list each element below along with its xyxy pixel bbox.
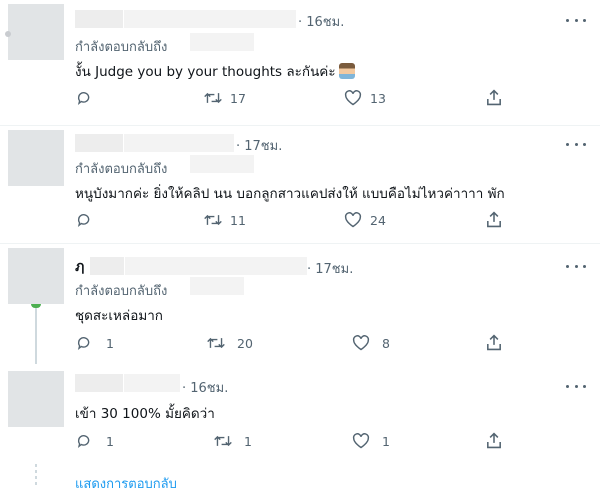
- reply-to-handle-redacted[interactable]: [190, 155, 254, 173]
- reply-to-handle-redacted[interactable]: [190, 33, 254, 51]
- like-count: 8: [382, 335, 390, 351]
- reply-button[interactable]: [76, 90, 100, 106]
- replying-to-label: กำลังตอบกลับถึง: [75, 40, 168, 55]
- avatar[interactable]: [8, 130, 64, 186]
- person-gesturing-ok-emoji-icon: [338, 63, 355, 79]
- tweet-timestamp[interactable]: · 17ชม.: [236, 135, 282, 156]
- author-handle-redacted[interactable]: [124, 134, 234, 152]
- retweet-button[interactable]: 1: [214, 433, 252, 449]
- reply-to-handle-redacted[interactable]: [190, 277, 244, 295]
- tweet-text: ชุดสะเหล่อมาก: [75, 308, 163, 324]
- reply-icon: [77, 435, 90, 449]
- tweet-timestamp[interactable]: · 16ชม.: [298, 11, 344, 32]
- reply-icon: [77, 92, 90, 106]
- tweet-2[interactable]: · 17ชม. กำลังตอบกลับถึง หนูบังมากค่ะ ยิ่…: [0, 126, 600, 243]
- retweet-icon: [204, 214, 222, 226]
- more-options-icon[interactable]: [566, 261, 586, 271]
- more-options-icon[interactable]: [566, 139, 586, 149]
- author-handle-redacted[interactable]: [125, 257, 307, 275]
- like-count: 24: [370, 212, 386, 228]
- thread-connector-dashed: [35, 464, 37, 486]
- like-count: 1: [382, 433, 390, 449]
- reply-icon: [77, 214, 90, 228]
- tweet-text: งั้น Judge you by your thoughts ละกันค่ะ: [75, 60, 355, 82]
- avatar[interactable]: [5, 4, 64, 60]
- share-button[interactable]: [486, 432, 502, 449]
- author-name-redacted[interactable]: [75, 374, 123, 392]
- retweet-button[interactable]: 17: [204, 90, 246, 106]
- more-options-icon[interactable]: [566, 15, 586, 25]
- author-name-redacted[interactable]: [75, 10, 123, 28]
- author-handle-redacted[interactable]: [124, 10, 296, 28]
- retweet-count: 1: [244, 433, 252, 449]
- reply-count: 1: [106, 335, 114, 351]
- share-button[interactable]: [486, 211, 502, 228]
- tweet-timestamp[interactable]: · 16ชม.: [182, 377, 228, 398]
- tweet-text: หนูบังมากค่ะ ยิ่งให้คลิป นน บอกลูกสาวแคป…: [75, 186, 505, 202]
- share-icon: [487, 334, 501, 351]
- share-icon: [487, 89, 501, 106]
- heart-icon: [352, 433, 370, 449]
- like-button[interactable]: 24: [344, 212, 386, 228]
- retweet-count: 20: [237, 335, 253, 351]
- retweet-button[interactable]: 11: [204, 212, 246, 228]
- share-icon: [487, 211, 501, 228]
- author-name-initial[interactable]: ฦ: [75, 256, 84, 278]
- share-button[interactable]: [486, 334, 502, 351]
- reply-button[interactable]: 1: [76, 335, 114, 351]
- like-button[interactable]: 8: [352, 335, 390, 351]
- retweet-count: 17: [230, 90, 246, 106]
- tweet-timestamp[interactable]: · 17ชม.: [307, 258, 353, 279]
- like-button[interactable]: 13: [344, 90, 386, 106]
- like-button[interactable]: 1: [352, 433, 390, 449]
- retweet-count: 11: [230, 212, 246, 228]
- reply-button[interactable]: 1: [76, 433, 114, 449]
- retweet-icon: [207, 337, 225, 349]
- heart-icon: [344, 212, 362, 228]
- tweet-3[interactable]: ฦ · 17ชม. กำลังตอบกลับถึง ชุดสะเหล่อมาก …: [0, 244, 600, 364]
- tweet-1[interactable]: · 16ชม. กำลังตอบกลับถึง งั้น Judge you b…: [0, 0, 600, 125]
- show-replies-link[interactable]: แสดงการตอบกลับ: [75, 473, 177, 494]
- reply-button[interactable]: [76, 212, 100, 228]
- author-name-redacted[interactable]: [75, 134, 123, 152]
- like-count: 13: [370, 90, 386, 106]
- more-options-icon[interactable]: [566, 381, 586, 391]
- tweet-4[interactable]: · 16ชม. เข้า 30 100% มั้ยคิดว่า 1 1 1: [0, 364, 600, 489]
- thread-connector-line: [35, 308, 37, 364]
- replying-to-label: กำลังตอบกลับถึง: [75, 162, 168, 177]
- retweet-icon: [214, 435, 232, 447]
- heart-icon: [344, 90, 362, 106]
- author-handle-redacted[interactable]: [124, 374, 180, 392]
- replying-to-label: กำลังตอบกลับถึง: [75, 284, 168, 299]
- reply-count: 1: [106, 433, 114, 449]
- retweet-icon: [204, 92, 222, 104]
- reply-icon: [77, 337, 90, 351]
- share-button[interactable]: [486, 89, 502, 106]
- avatar[interactable]: [8, 248, 64, 304]
- author-name-redacted[interactable]: [90, 257, 124, 275]
- tweet-text: เข้า 30 100% มั้ยคิดว่า: [75, 406, 215, 422]
- retweet-button[interactable]: 20: [207, 335, 253, 351]
- heart-icon: [352, 335, 370, 351]
- avatar[interactable]: [8, 371, 64, 427]
- share-icon: [487, 432, 501, 449]
